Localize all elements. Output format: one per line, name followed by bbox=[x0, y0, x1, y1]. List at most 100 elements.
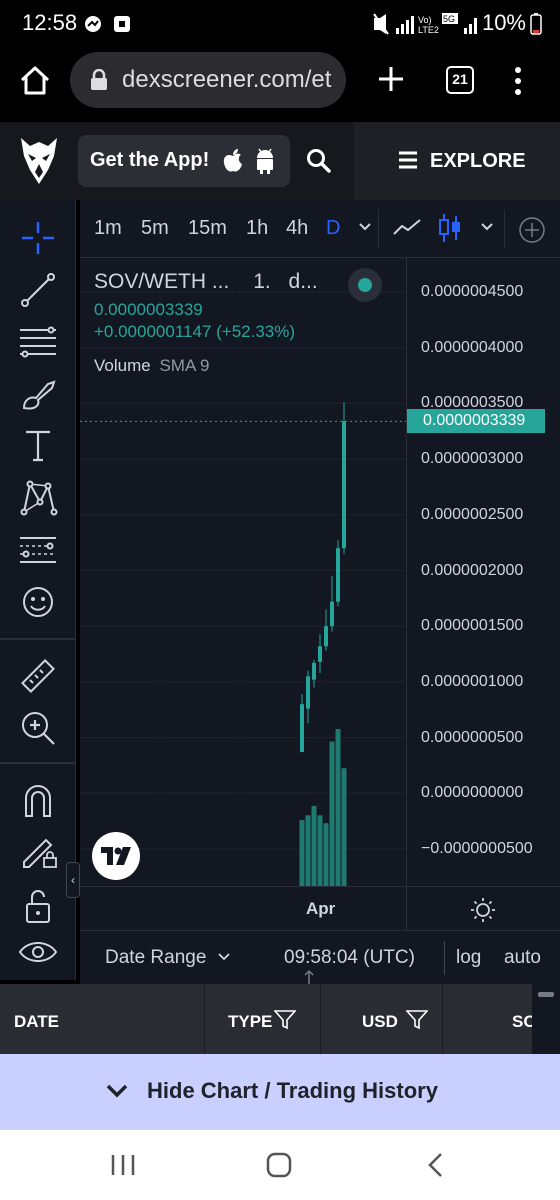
pattern-tool-icon[interactable] bbox=[18, 478, 58, 518]
price-tick-label: −0.0000000500 bbox=[421, 840, 533, 857]
emoji-tool-icon[interactable] bbox=[18, 582, 58, 622]
new-tab-icon[interactable] bbox=[376, 64, 406, 94]
explore-button[interactable]: EXPLORE bbox=[354, 122, 560, 200]
price-tick-label: 0.0000003000 bbox=[421, 450, 524, 468]
candle-body bbox=[342, 421, 346, 549]
timeframe-4h[interactable]: 4h bbox=[286, 217, 308, 240]
toolbar-divider bbox=[0, 638, 76, 640]
tab-switcher-button[interactable]: 21 bbox=[446, 66, 474, 94]
price-tick-label: 0.0000002500 bbox=[421, 505, 524, 523]
time-axis[interactable]: Apr bbox=[80, 886, 560, 931]
home-button-icon[interactable] bbox=[266, 1152, 292, 1178]
column-usd[interactable]: USD bbox=[362, 1012, 398, 1032]
svg-text:Vo): Vo) bbox=[418, 15, 432, 25]
dexscreener-logo-icon[interactable] bbox=[18, 136, 60, 186]
timeframe-toolbar: 1m 5m 15m 1h 4h D bbox=[80, 200, 560, 258]
hide-chart-label: Hide Chart / Trading History bbox=[147, 1078, 438, 1103]
filter-icon[interactable] bbox=[406, 1010, 428, 1030]
current-price-label: 0.0000003339 bbox=[407, 409, 545, 434]
fib-retracement-tool-icon[interactable] bbox=[18, 322, 58, 362]
lock-drawing-icon[interactable] bbox=[18, 830, 58, 870]
volume-label[interactable]: Volume bbox=[94, 356, 151, 375]
auto-scale-toggle[interactable]: auto bbox=[504, 947, 541, 969]
column-divider bbox=[204, 984, 205, 1054]
timeframe-5m[interactable]: 5m bbox=[141, 217, 169, 240]
lock-icon bbox=[91, 69, 107, 90]
menu-icon bbox=[399, 151, 417, 169]
recent-apps-icon[interactable] bbox=[110, 1154, 136, 1176]
candles-chart-type-icon[interactable] bbox=[438, 212, 462, 244]
line-chart-type-icon[interactable] bbox=[392, 216, 422, 240]
add-indicator-icon[interactable] bbox=[518, 216, 546, 244]
forecast-tool-icon[interactable] bbox=[18, 530, 58, 570]
chart-legend: SOV/WETH ... 1. d... 0.0000003339 +0.000… bbox=[94, 270, 318, 376]
magnet-icon[interactable] bbox=[18, 780, 58, 820]
tradingview-mark-icon bbox=[101, 847, 131, 865]
address-bar[interactable]: dexscreener.com/et bbox=[70, 52, 346, 108]
column-divider bbox=[442, 984, 443, 1054]
utc-clock[interactable]: 09:58:04 (UTC) bbox=[284, 947, 415, 969]
home-icon[interactable] bbox=[18, 64, 52, 96]
signal-icons: Vo) LTE2 5G bbox=[373, 13, 477, 35]
interval-label: 1. bbox=[253, 270, 271, 293]
toolbar-divider bbox=[504, 210, 505, 248]
get-app-button[interactable]: Get the App! bbox=[78, 135, 290, 187]
price-tick-label: 0.0000001500 bbox=[421, 617, 524, 635]
toolbar-divider bbox=[378, 210, 379, 248]
column-date[interactable]: DATE bbox=[14, 1012, 59, 1032]
candle-body bbox=[300, 704, 304, 753]
volume-bar bbox=[323, 823, 329, 886]
android-nav-bar bbox=[0, 1130, 560, 1200]
price-tick-label: 0.0000002000 bbox=[421, 561, 524, 579]
date-range-button[interactable]: Date Range bbox=[105, 947, 206, 969]
filter-icon[interactable] bbox=[274, 1010, 296, 1030]
axis-divider bbox=[406, 887, 407, 931]
candles bbox=[300, 402, 346, 753]
market-status-indicator[interactable] bbox=[348, 268, 382, 302]
tradingview-logo-icon[interactable] bbox=[92, 832, 140, 880]
more-options-icon[interactable] bbox=[512, 66, 524, 96]
candle-body bbox=[336, 548, 340, 602]
volume-bar bbox=[341, 768, 347, 886]
price-axis[interactable]: 0.0000004500 0.0000004000 0.0000003500 0.00… bbox=[406, 258, 560, 886]
trades-table-header: DATE TYPE USD SO bbox=[0, 984, 537, 1054]
price-tick-label: 0.0000000000 bbox=[421, 784, 524, 802]
candle-body bbox=[330, 601, 334, 627]
chart-settings-icon[interactable] bbox=[470, 897, 496, 923]
chevron-down-icon[interactable] bbox=[480, 222, 494, 232]
table-scrollbar[interactable] bbox=[532, 984, 560, 1054]
market-open-dot bbox=[358, 278, 372, 292]
visibility-icon[interactable] bbox=[18, 934, 58, 974]
scroll-thumb[interactable] bbox=[538, 992, 554, 997]
browser-toolbar: dexscreener.com/et 21 bbox=[0, 48, 560, 122]
zoom-in-icon[interactable] bbox=[18, 708, 58, 748]
crosshair-tool-icon[interactable] bbox=[18, 218, 58, 258]
notification-icons bbox=[85, 16, 130, 32]
volume-bar bbox=[335, 729, 341, 886]
price-tick-label: 0.0000001000 bbox=[421, 672, 524, 690]
brush-tool-icon[interactable] bbox=[18, 374, 58, 414]
column-divider bbox=[320, 984, 321, 1054]
legend-price: 0.0000003339 bbox=[94, 300, 203, 319]
timeframe-1m[interactable]: 1m bbox=[94, 217, 122, 240]
get-app-label: Get the App! bbox=[90, 149, 210, 171]
timeframe-d[interactable]: D bbox=[326, 217, 340, 240]
timeframe-15m[interactable]: 15m bbox=[188, 217, 227, 240]
chevron-down-icon[interactable] bbox=[218, 953, 230, 961]
log-scale-toggle[interactable]: log bbox=[456, 947, 481, 969]
chevron-down-icon[interactable] bbox=[358, 222, 372, 232]
price-tick-label: 0.0000004000 bbox=[421, 338, 524, 356]
collapse-toolbar-button[interactable]: ‹ bbox=[66, 862, 80, 898]
trend-line-tool-icon[interactable] bbox=[18, 270, 58, 310]
back-icon[interactable] bbox=[426, 1152, 444, 1178]
unlock-icon[interactable] bbox=[18, 886, 58, 926]
text-tool-icon[interactable] bbox=[18, 426, 58, 466]
search-icon[interactable] bbox=[306, 148, 332, 174]
svg-text:5G: 5G bbox=[443, 14, 455, 24]
ruler-tool-icon[interactable] bbox=[18, 656, 58, 696]
candle-body bbox=[318, 646, 322, 662]
hide-chart-button[interactable]: Hide Chart / Trading History bbox=[0, 1054, 560, 1130]
column-type[interactable]: TYPE bbox=[228, 1012, 272, 1032]
symbol-label[interactable]: SOV/WETH ... bbox=[94, 270, 229, 293]
timeframe-1h[interactable]: 1h bbox=[246, 217, 268, 240]
